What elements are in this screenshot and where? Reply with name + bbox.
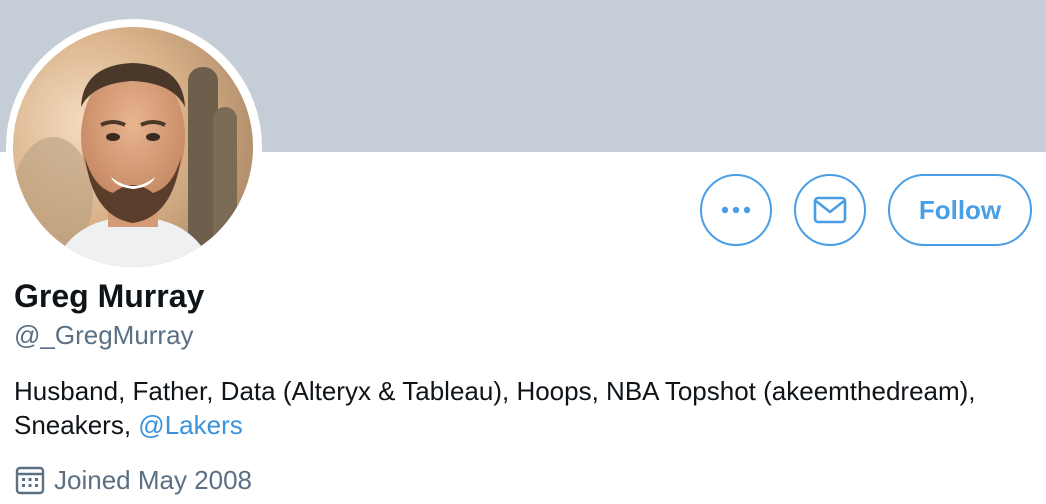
message-button[interactable] xyxy=(794,174,866,246)
user-handle: @_GregMurray xyxy=(14,320,194,350)
bio-mention-link[interactable]: @Lakers xyxy=(138,410,242,440)
more-options-button[interactable] xyxy=(700,174,772,246)
follow-button[interactable]: Follow xyxy=(888,174,1032,246)
joined-text: Joined May 2008 xyxy=(54,464,253,495)
ellipsis-icon xyxy=(721,206,751,214)
envelope-icon xyxy=(813,196,847,224)
display-name: Greg Murray xyxy=(14,278,205,314)
joined-date: Joined May 2008 xyxy=(14,464,252,496)
avatar[interactable] xyxy=(13,27,253,267)
avatar-photo xyxy=(13,27,253,267)
calendar-icon xyxy=(15,466,45,495)
profile-bio: Husband, Father, Data (Alteryx & Tableau… xyxy=(14,374,1014,442)
follow-button-label: Follow xyxy=(918,194,1002,225)
